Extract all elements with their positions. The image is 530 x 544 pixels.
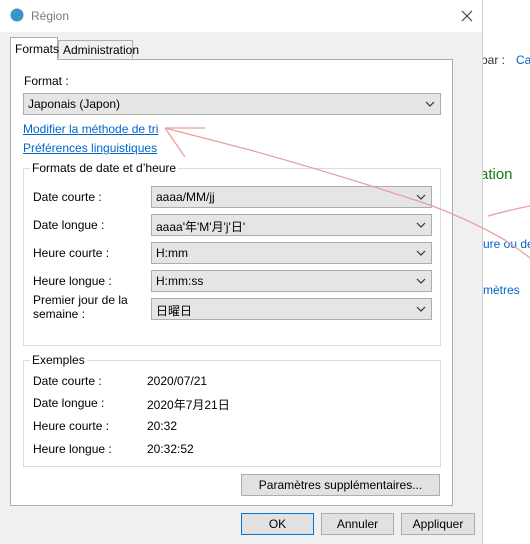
chevron-down-icon (416, 278, 426, 284)
date-courte-value: aaaa/MM/jj (156, 190, 215, 204)
sort-method-link[interactable]: Modifier la méthode de tri (23, 122, 158, 136)
close-icon (461, 10, 473, 22)
language-preferences-link[interactable]: Préférences linguistiques (23, 141, 157, 155)
format-select[interactable]: Japonais (Japon) (23, 93, 441, 115)
heure-courte-select[interactable]: H:mm (151, 242, 432, 264)
date-longue-select[interactable]: aaaa'年'M'月'j'日' (151, 214, 432, 236)
tab-administration[interactable]: Administration (58, 40, 139, 58)
date-longue-value: aaaa'年'M'月'j'日' (156, 220, 246, 234)
format-select-value: Japonais (Japon) (28, 97, 121, 111)
formats-panel: Format : Japonais (Japon) Modifier la mé… (10, 59, 453, 506)
date-courte-label: Date courte : (33, 190, 102, 204)
background-metres-link[interactable]: mètres (483, 283, 520, 297)
chevron-down-icon (416, 194, 426, 200)
tab-administration-label: Administration (63, 43, 140, 57)
chevron-down-icon (425, 101, 435, 107)
region-dialog: Région Formats Administration Format : J… (0, 0, 483, 544)
example-heure-longue-label: Heure longue : (33, 442, 112, 456)
background-par-text: par : (481, 53, 506, 67)
premier-jour-select[interactable]: 日曜日 (151, 298, 432, 320)
datetime-formats-group: Formats de date et d’heure Date courte :… (23, 161, 441, 346)
example-heure-courte-value: 20:32 (147, 419, 178, 433)
datetime-formats-title: Formats de date et d’heure (30, 161, 179, 175)
format-label: Format : (24, 74, 69, 88)
background-heure-link[interactable]: ure ou de (483, 237, 530, 251)
cancel-button[interactable]: Annuler (321, 513, 394, 535)
title-bar: Région (0, 0, 482, 32)
example-date-longue-label: Date longue : (33, 396, 105, 410)
chevron-down-icon (416, 250, 426, 256)
close-button[interactable] (455, 4, 479, 28)
globe-icon (10, 8, 24, 22)
date-longue-label: Date longue : (33, 218, 105, 232)
example-date-longue-value: 2020年7月21日 (147, 398, 230, 412)
advanced-settings-button[interactable]: Paramètres supplémentaires... (241, 474, 440, 496)
date-courte-select[interactable]: aaaa/MM/jj (151, 186, 432, 208)
background-ation-heading: ation (480, 166, 513, 183)
premier-jour-label: Premier jour de la semaine : (33, 293, 128, 321)
examples-title: Exemples (30, 353, 87, 367)
chevron-down-icon (416, 222, 426, 228)
premier-jour-value: 日曜日 (156, 304, 193, 318)
example-heure-courte-label: Heure courte : (33, 419, 110, 433)
heure-longue-select[interactable]: H:mm:ss (151, 270, 432, 292)
apply-button[interactable]: Appliquer (401, 513, 475, 535)
background-window: par : Cat ation ure ou de mètres (480, 0, 530, 544)
examples-group: Exemples Date courte : 2020/07/21 Date l… (23, 353, 441, 467)
heure-courte-value: H:mm (156, 246, 188, 260)
example-heure-longue-value: 20:32:52 (147, 442, 194, 456)
example-date-courte-value: 2020/07/21 (147, 374, 208, 388)
ok-button[interactable]: OK (241, 513, 314, 535)
chevron-down-icon (416, 306, 426, 312)
example-date-courte-label: Date courte : (33, 374, 102, 388)
dialog-title: Région (31, 9, 70, 23)
heure-longue-value: H:mm:ss (156, 274, 204, 288)
background-cat-link[interactable]: Cat (516, 53, 530, 67)
tab-formats[interactable]: Formats (10, 37, 60, 60)
tab-formats-label: Formats (15, 42, 60, 56)
heure-longue-label: Heure longue : (33, 274, 112, 288)
heure-courte-label: Heure courte : (33, 246, 110, 260)
